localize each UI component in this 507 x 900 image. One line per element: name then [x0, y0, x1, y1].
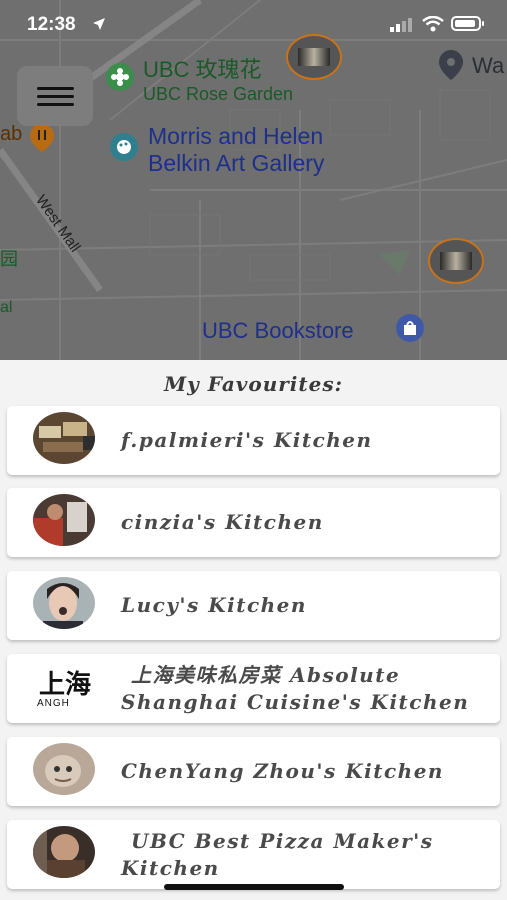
shopping-bag-pin-icon[interactable]: [396, 314, 424, 342]
clock: 12:38: [27, 14, 76, 35]
kitchen-name: cinzia's Kitchen: [121, 510, 324, 534]
map-view[interactable]: 12:38 UBC 玫瑰花 UBC Rose Garden Morris and…: [0, 0, 507, 360]
menu-button[interactable]: [17, 66, 93, 126]
poi-rose-garden-cn[interactable]: UBC 玫瑰花: [143, 58, 262, 81]
kitchen-name: ChenYang Zhou's Kitchen: [121, 759, 444, 783]
kitchen-name: f.palmieri's Kitchen: [121, 428, 373, 452]
location-arrow-icon: [93, 18, 105, 30]
palette-pin-icon[interactable]: [110, 133, 138, 161]
avatar: [33, 412, 95, 464]
poi-partial-left: ab: [0, 123, 23, 145]
favourite-card[interactable]: UBC Best Pizza Maker's Kitchen: [7, 820, 500, 889]
avatar: [33, 577, 95, 629]
home-indicator[interactable]: [164, 884, 344, 890]
avatar: [33, 494, 95, 546]
kitchen-name: Lucy's Kitchen: [121, 593, 307, 617]
avatar: [33, 826, 95, 878]
poi-partial-left-cn: 园: [0, 249, 18, 269]
poi-rose-garden-en[interactable]: UBC Rose Garden: [143, 85, 293, 104]
avatar: [33, 743, 95, 795]
favourites-panel: My Favourites: f.palmieri's Kitchen cinz…: [0, 360, 507, 900]
poi-gallery-line2[interactable]: Belkin Art Gallery: [148, 151, 324, 175]
signal-icon: [390, 18, 412, 32]
flower-pin-icon[interactable]: [106, 63, 134, 91]
favourite-card[interactable]: 上海 ANGH 上海美味私房菜 Absolute Shanghai Cuisin…: [7, 654, 500, 723]
hamburger-menu-icon: [37, 87, 74, 90]
poi-gallery-line1[interactable]: Morris and Helen: [148, 124, 323, 148]
map-pin-icon[interactable]: [436, 48, 466, 82]
map-roads: [0, 0, 507, 360]
favourite-card[interactable]: f.palmieri's Kitchen: [7, 406, 500, 475]
status-bar: 12:38: [0, 0, 507, 50]
favourite-card[interactable]: cinzia's Kitchen: [7, 488, 500, 557]
kitchen-name: 上海美味私房菜 Absolute Shanghai Cuisine's Kitc…: [121, 662, 470, 714]
poi-partial-right[interactable]: Wa: [472, 54, 504, 77]
kitchen-marker[interactable]: [428, 238, 484, 284]
favourites-title: My Favourites:: [163, 372, 344, 396]
poi-bookstore[interactable]: UBC Bookstore: [202, 319, 354, 342]
kitchen-name: UBC Best Pizza Maker's Kitchen: [121, 828, 434, 880]
food-pin-icon[interactable]: [28, 122, 56, 152]
poi-partial-left-al: al: [0, 299, 13, 316]
wifi-icon: [422, 16, 444, 32]
battery-icon: [451, 16, 484, 31]
favourite-card[interactable]: ChenYang Zhou's Kitchen: [7, 737, 500, 806]
favourite-card[interactable]: Lucy's Kitchen: [7, 571, 500, 640]
logo: 上海 ANGH: [33, 660, 95, 712]
